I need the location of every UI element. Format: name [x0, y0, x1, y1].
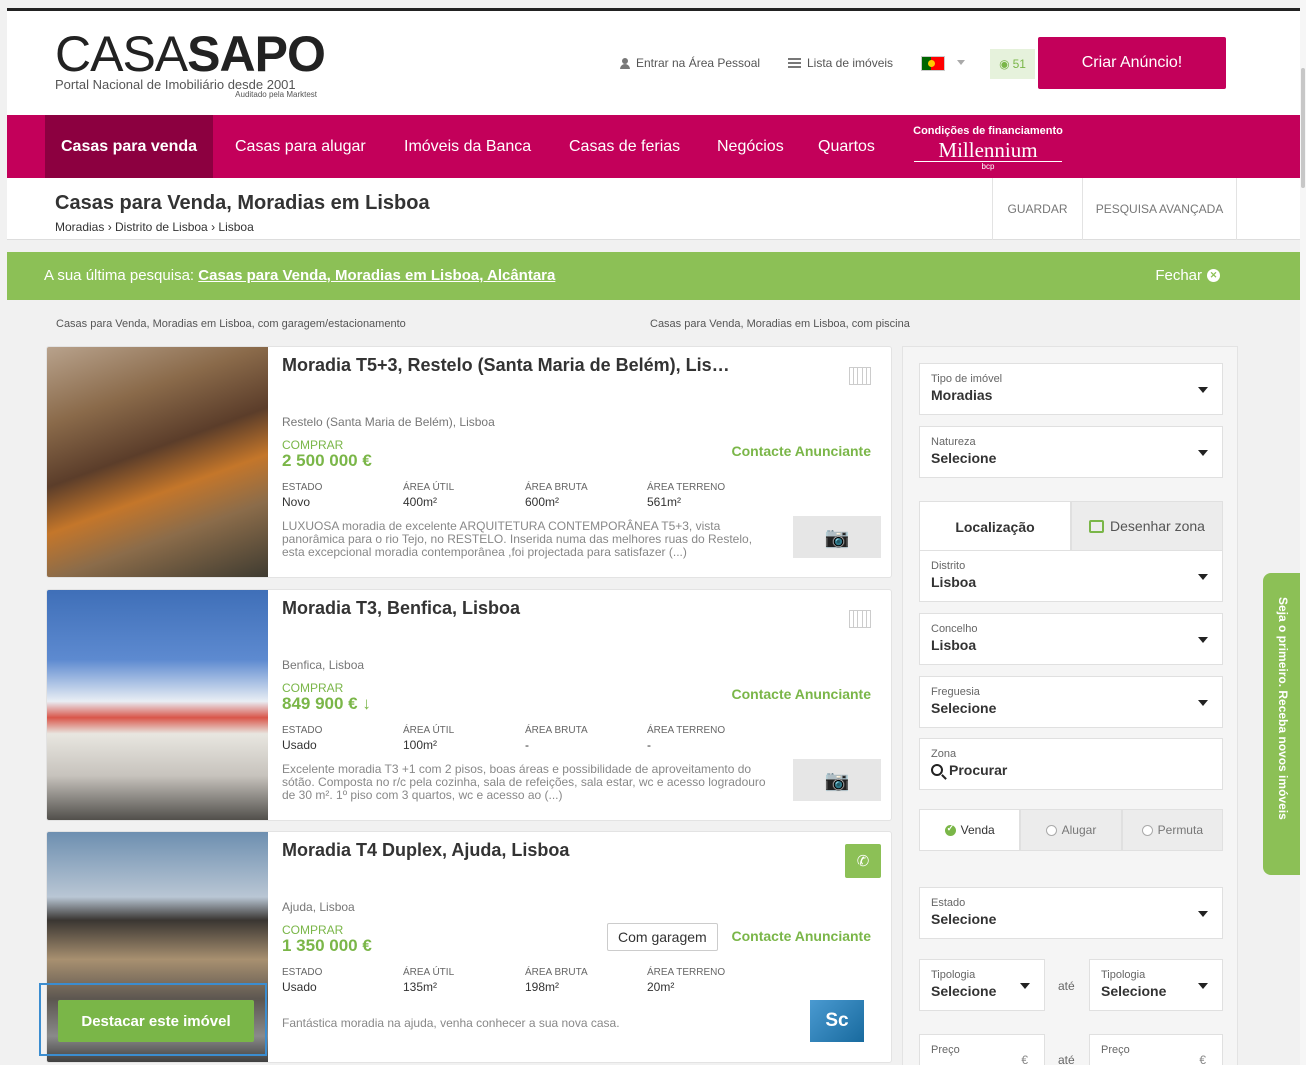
- search-icon: [931, 764, 943, 776]
- contact-advertiser-link[interactable]: Contacte Anunciante: [732, 443, 872, 459]
- video-icon[interactable]: [849, 367, 871, 385]
- portugal-flag-icon[interactable]: [921, 56, 945, 71]
- nav-casas-alugar[interactable]: Casas para alugar: [235, 115, 366, 178]
- millennium-logo: Millennium: [914, 139, 1062, 162]
- advanced-search-button[interactable]: PESQUISA AVANÇADA: [1082, 178, 1237, 240]
- related-search-garage[interactable]: Casas para Venda, Moradias em Lisboa, co…: [56, 318, 406, 330]
- draw-zone-icon: [1089, 519, 1105, 533]
- listing-price: 2 500 000 €: [282, 451, 372, 470]
- typology-max-select[interactable]: Tipologia Selecione: [1089, 959, 1223, 1011]
- radio-icon: [1045, 824, 1057, 836]
- radio-venda[interactable]: Venda: [919, 809, 1021, 851]
- financing-link[interactable]: Condições de financiamento Millennium bc…: [908, 125, 1068, 171]
- tab-location[interactable]: Localização: [919, 501, 1071, 551]
- nav-negocios[interactable]: Negócios: [717, 115, 784, 178]
- property-type-select[interactable]: Tipo de imóvel Moradias: [919, 363, 1223, 415]
- listing-card[interactable]: Moradia T5+3, Restelo (Santa Maria de Be…: [46, 346, 892, 578]
- page-subheader: Casas para Venda, Moradias em Lisboa Mor…: [7, 178, 1300, 240]
- district-select[interactable]: Distrito Lisboa: [919, 550, 1223, 602]
- zone-search-input[interactable]: Zona Procurar: [919, 738, 1223, 790]
- chevron-down-icon: [1198, 700, 1208, 706]
- listing-price: 849 900 € ↓: [282, 694, 371, 713]
- page-scrollbar[interactable]: [1300, 0, 1306, 1065]
- save-search-button[interactable]: GUARDAR: [992, 178, 1082, 240]
- listing-mode: COMPRAR: [282, 681, 344, 695]
- radio-permuta[interactable]: Permuta: [1121, 809, 1223, 851]
- listing-description: Fantástica moradia na ajuda, venha conhe…: [282, 1016, 620, 1030]
- nav-quartos[interactable]: Quartos: [818, 115, 875, 178]
- price-max-input[interactable]: Preço €: [1089, 1034, 1223, 1065]
- page-title: Casas para Venda, Moradias em Lisboa: [55, 192, 430, 214]
- person-icon: [620, 57, 630, 69]
- favorites-counter[interactable]: ◉ 51: [990, 49, 1035, 79]
- agency-logo[interactable]: Sc: [810, 1000, 864, 1042]
- nav-casas-ferias[interactable]: Casas de ferias: [569, 115, 680, 178]
- listing-price: 1 350 000 €: [282, 936, 372, 955]
- highlight-listing-button[interactable]: Destacar este imóvel: [58, 1000, 254, 1042]
- listing-description: LUXUOSA moradia de excelente ARQUITETURA…: [282, 519, 753, 559]
- chevron-down-icon[interactable]: [957, 60, 965, 65]
- radio-alugar[interactable]: Alugar: [1020, 809, 1122, 851]
- listing-title[interactable]: Moradia T4 Duplex, Ajuda, Lisboa: [282, 840, 569, 861]
- tab-draw-zone[interactable]: Desenhar zona: [1071, 501, 1223, 551]
- chevron-down-icon: [1020, 983, 1030, 989]
- video-icon[interactable]: [849, 610, 871, 628]
- listing-location: Ajuda, Lisboa: [282, 900, 355, 914]
- chevron-down-icon: [1198, 637, 1208, 643]
- listing-location: Restelo (Santa Maria de Belém), Lisboa: [282, 415, 495, 429]
- check-icon: [944, 823, 956, 836]
- listing-photo[interactable]: [47, 347, 268, 577]
- eye-icon: ◉: [999, 57, 1010, 71]
- typology-min-select[interactable]: Tipologia Selecione: [919, 959, 1045, 1011]
- transaction-type-radios: Venda Alugar Permuta: [919, 809, 1223, 851]
- parish-select[interactable]: Freguesia Selecione: [919, 676, 1223, 728]
- chevron-down-icon: [1198, 387, 1208, 393]
- list-icon: [788, 58, 801, 68]
- garage-tag: Com garagem: [607, 923, 718, 951]
- last-search-banner: A sua última pesquisa: Casas para Venda,…: [7, 252, 1300, 300]
- condition-select[interactable]: Estado Selecione: [919, 887, 1223, 939]
- alerts-side-tab[interactable]: Seja o primeiro. Receba novos imóveis: [1263, 573, 1303, 875]
- listing-description: Excelente moradia T3 +1 com 2 pisos, boa…: [282, 762, 766, 802]
- listing-title[interactable]: Moradia T3, Benfica, Lisboa: [282, 598, 520, 619]
- price-min-input[interactable]: Preço €: [919, 1034, 1045, 1065]
- chevron-down-icon: [1198, 574, 1208, 580]
- highlight-listing-focus: Destacar este imóvel: [39, 983, 267, 1056]
- breadcrumb[interactable]: Moradias › Distrito de Lisboa › Lisboa: [55, 220, 254, 234]
- close-icon: ✕: [1207, 269, 1220, 282]
- site-header: CASASAPO Portal Nacional de Imobiliário …: [7, 11, 1300, 115]
- listing-mode: COMPRAR: [282, 923, 344, 937]
- create-ad-button[interactable]: Criar Anúncio!: [1038, 37, 1226, 89]
- municipality-select[interactable]: Concelho Lisboa: [919, 613, 1223, 665]
- login-link[interactable]: Entrar na Área Pessoal: [620, 56, 760, 70]
- location-tabs: Localização Desenhar zona: [919, 501, 1223, 551]
- nature-select[interactable]: Natureza Selecione: [919, 426, 1223, 478]
- listing-title[interactable]: Moradia T5+3, Restelo (Santa Maria de Be…: [282, 355, 730, 376]
- related-search-pool[interactable]: Casas para Venda, Moradias em Lisboa, co…: [650, 318, 910, 330]
- main-nav: Casas para venda Casas para alugar Imóve…: [7, 115, 1300, 178]
- search-filters: Tipo de imóvel Moradias Natureza Selecio…: [902, 346, 1238, 1065]
- listing-card[interactable]: Moradia T3, Benfica, Lisboa Benfica, Lis…: [46, 589, 892, 821]
- listing-photo[interactable]: [47, 590, 268, 820]
- banner-close-button[interactable]: Fechar ✕: [1155, 267, 1220, 284]
- last-search-link[interactable]: Casas para Venda, Moradias em Lisboa, Al…: [198, 267, 555, 284]
- contact-advertiser-link[interactable]: Contacte Anunciante: [732, 928, 872, 944]
- casasapo-logo[interactable]: CASASAPO Portal Nacional de Imobiliário …: [55, 29, 326, 99]
- nav-casas-venda[interactable]: Casas para venda: [45, 115, 214, 178]
- camera-placeholder-icon: 📷: [793, 759, 881, 801]
- camera-placeholder-icon: 📷: [793, 516, 881, 558]
- radio-icon: [1141, 824, 1153, 836]
- contact-advertiser-link[interactable]: Contacte Anunciante: [732, 686, 872, 702]
- chevron-down-icon: [1198, 983, 1208, 989]
- listing-location: Benfica, Lisboa: [282, 658, 365, 672]
- chevron-down-icon: [1198, 450, 1208, 456]
- listing-mode: COMPRAR: [282, 438, 344, 452]
- nav-imoveis-banca[interactable]: Imóveis da Banca: [404, 115, 531, 178]
- property-list-link[interactable]: Lista de imóveis: [788, 56, 893, 70]
- phone-icon[interactable]: ✆: [845, 844, 881, 878]
- chevron-down-icon: [1198, 911, 1208, 917]
